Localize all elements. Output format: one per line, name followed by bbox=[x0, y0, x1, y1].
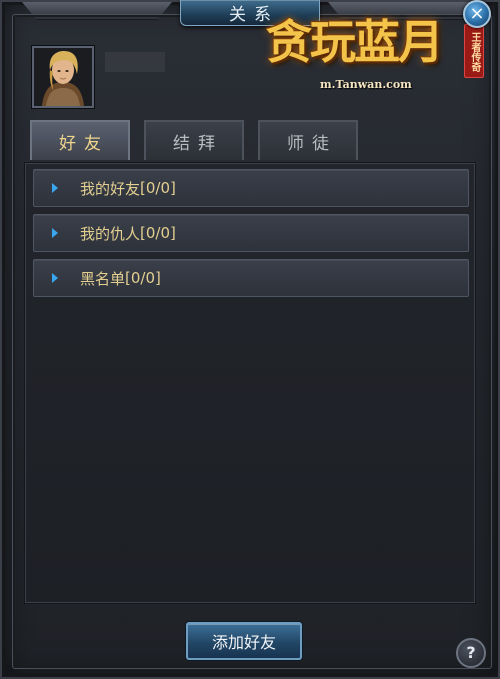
logo-seal: 王者传奇 bbox=[464, 24, 484, 78]
help-button[interactable]: ? bbox=[456, 638, 486, 668]
chevron-right-icon bbox=[52, 273, 58, 283]
tab-sworn-brothers[interactable]: 结拜 bbox=[144, 120, 244, 160]
logo-url: m.Tanwan.com bbox=[320, 78, 412, 91]
list-item-count: [0/0] bbox=[140, 224, 176, 242]
list-item-count: [0/0] bbox=[140, 179, 176, 197]
player-name-placeholder bbox=[105, 52, 165, 72]
relationship-list-panel: 我的好友 [0/0] 我的仇人 [0/0] 黑名单 [0/0] bbox=[24, 162, 476, 604]
chevron-right-icon bbox=[52, 228, 58, 238]
add-friend-button[interactable]: 添加好友 bbox=[186, 622, 302, 660]
logo-title: 贪玩蓝月 bbox=[266, 15, 444, 69]
close-button[interactable]: × bbox=[463, 0, 491, 28]
game-logo: 贪玩蓝月 m.Tanwan.com 王者传奇 bbox=[260, 6, 490, 101]
chevron-right-icon bbox=[52, 183, 58, 193]
list-item-label: 我的仇人 bbox=[80, 224, 141, 243]
list-item-label: 我的好友 bbox=[80, 179, 141, 198]
avatar-portrait-icon bbox=[34, 48, 92, 106]
tab-friends[interactable]: 好友 bbox=[30, 120, 130, 160]
list-item-my-enemies[interactable]: 我的仇人 [0/0] bbox=[33, 214, 469, 252]
list-item-my-friends[interactable]: 我的好友 [0/0] bbox=[33, 169, 469, 207]
list-item-count: [0/0] bbox=[125, 269, 161, 287]
list-item-blacklist[interactable]: 黑名单 [0/0] bbox=[33, 259, 469, 297]
tab-mentor[interactable]: 师徒 bbox=[258, 120, 358, 160]
list-item-label: 黑名单 bbox=[80, 269, 126, 288]
player-avatar[interactable] bbox=[32, 46, 94, 108]
